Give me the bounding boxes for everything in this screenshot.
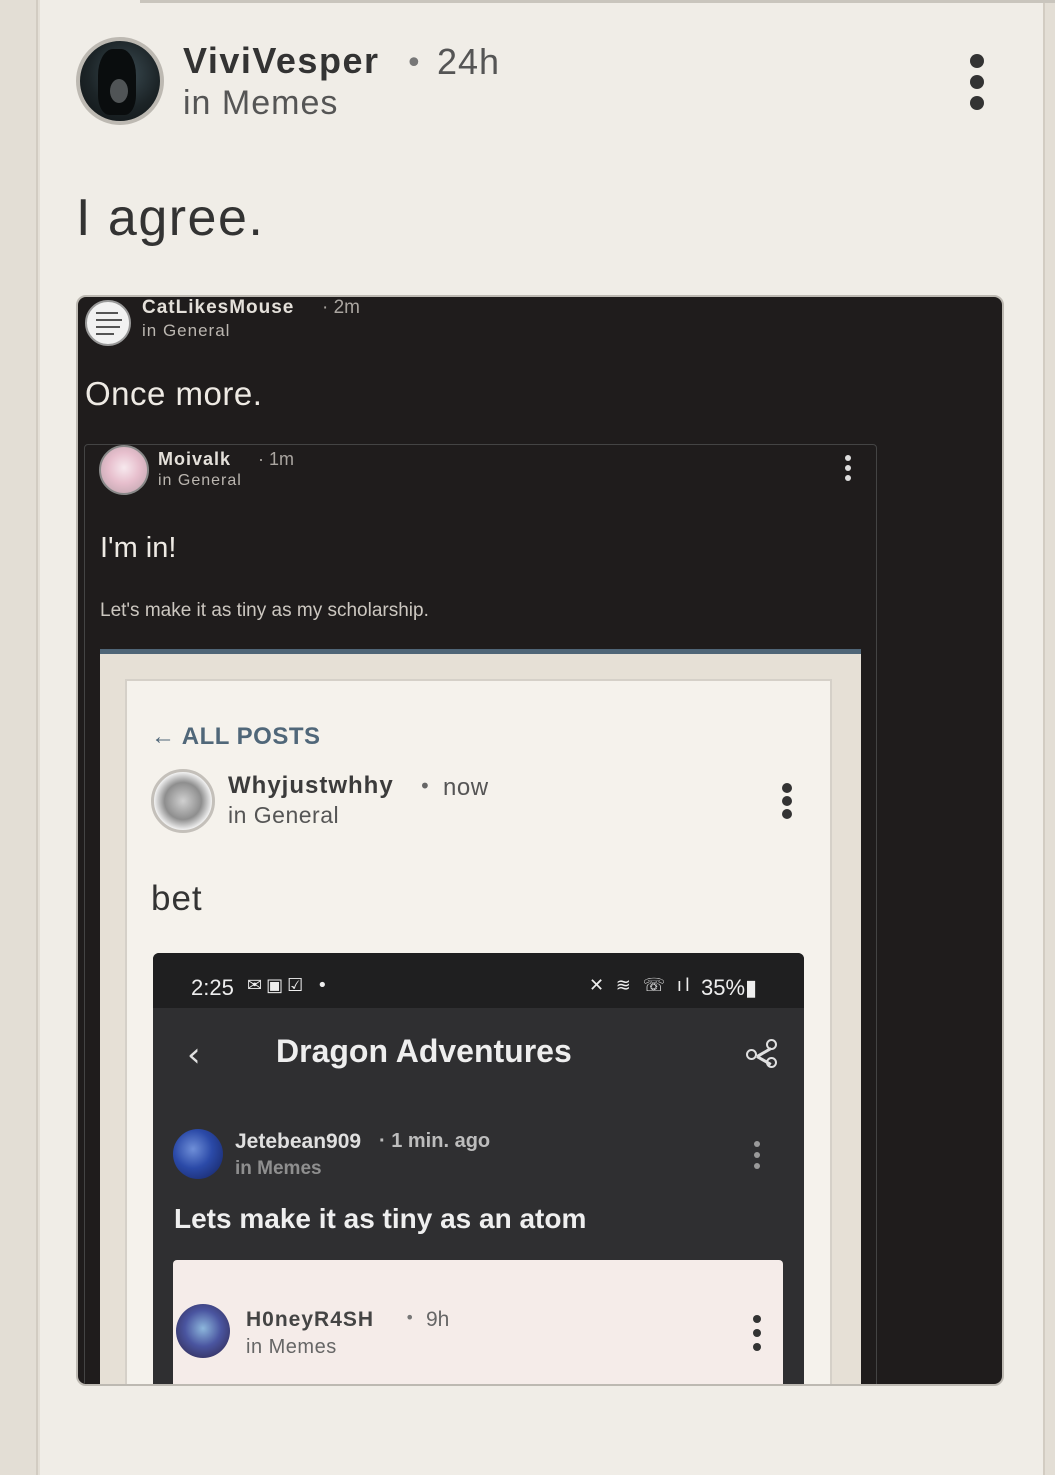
community-title: Dragon Adventures [276,1033,572,1069]
sub-post-time: 9h [426,1308,450,1331]
nested-avatar [151,769,215,833]
right-gutter [1043,0,1055,1475]
sub-post-community: in Memes [246,1336,337,1358]
status-bar: 2:25 ✉▣☑ • ✕ ≋ ☏ ıl 35%▮ [153,953,804,1008]
nested-screenshot: ← ALL POSTS Whyjustwhhy • now in General… [100,649,861,1384]
post-author[interactable]: ViviVesper [183,40,379,82]
phone-post-avatar [173,1129,223,1179]
quoted-avatar [99,445,149,495]
sub-post-avatar [176,1304,230,1358]
arrow-left-icon: ← [151,723,176,750]
notification-icons: ✉▣☑ • [247,975,332,996]
phone-post-author: Jetebean909 [235,1130,362,1153]
quoted-text: I'm in! [100,532,177,564]
quoted-description: Let's make it as tiny as my scholarship. [100,600,429,621]
embed-community: in General [142,321,231,340]
share-icon [746,1039,780,1069]
more-options-icon[interactable] [962,50,992,114]
quoted-post: Moivalk · 1m in General I'm in! Let's ma… [84,444,877,1384]
battery-level: 35%▮ [701,975,758,1000]
post-time: 24h [437,41,501,82]
top-divider [140,0,1055,3]
status-clock: 2:25 [191,975,234,1000]
embed-author: CatLikesMouse [142,297,295,318]
more-options-icon [841,453,855,483]
nested-author: Whyjustwhhy [228,772,394,799]
status-icons: ✕ ≋ ☏ ıl [589,975,693,996]
post-community[interactable]: in Memes [183,84,338,123]
embed-time: · 2m [322,297,361,318]
embed-avatar [85,300,131,346]
left-gutter [0,0,38,1475]
quoted-time: · 1m [258,449,295,469]
phone-sub-post: H0neyR4SH • 9h in Memes [173,1260,783,1384]
more-options-icon [751,1141,763,1171]
embedded-screenshot[interactable]: CatLikesMouse · 2m in General Once more.… [76,295,1004,1386]
embed-text: Once more. [85,375,263,412]
more-options-icon [751,1315,763,1351]
chevron-left-icon: ‹ [187,1035,201,1075]
nested-community: in General [228,802,340,828]
post-text: I agree. [76,189,265,247]
phone-post-text: Lets make it as tiny as an atom [174,1203,587,1234]
more-options-icon [778,781,796,821]
phone-post-community: in Memes [235,1158,322,1179]
phone-post-time: · 1 min. ago [379,1130,491,1152]
all-posts-link: ← ALL POSTS [151,723,321,750]
phone-screenshot: 2:25 ✉▣☑ • ✕ ≋ ☏ ıl 35%▮ ‹ Dragon Advent… [153,953,804,1384]
nested-text: bet [151,879,203,918]
nested-time: now [443,774,489,801]
sub-post-author: H0neyR4SH [246,1308,375,1331]
author-avatar[interactable] [76,37,164,125]
quoted-author: Moivalk [158,449,232,469]
separator-dot: • [405,1308,415,1327]
separator-dot: • [405,46,423,81]
nested-post-card: ← ALL POSTS Whyjustwhhy • now in General… [125,679,832,1384]
separator-dot: • [419,774,431,798]
quoted-community: in General [158,472,242,489]
